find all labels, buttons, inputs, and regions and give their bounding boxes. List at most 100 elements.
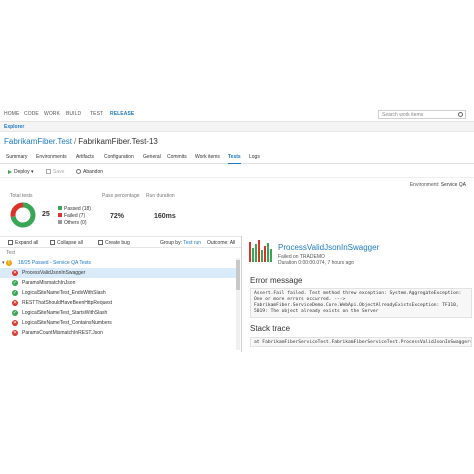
- history-bar[interactable]: [264, 246, 266, 262]
- breadcrumb: FabrikamFiber.Test / FabrikamFiber.Test-13: [4, 137, 158, 146]
- passed-icon: ✓: [12, 310, 18, 316]
- history-bar[interactable]: [258, 240, 260, 262]
- test-row[interactable]: ✓ LogicalSiteNameTest_StartsWithSlash: [0, 308, 240, 318]
- explorer-tab[interactable]: Explorer: [4, 124, 24, 130]
- passed-icon: ✓: [12, 290, 18, 296]
- tab-tests[interactable]: Tests: [228, 154, 241, 164]
- history-bar[interactable]: [252, 248, 254, 262]
- tab-artifacts[interactable]: Artifacts: [76, 154, 94, 160]
- test-row[interactable]: ✓ ParamsMismatchInJson: [0, 278, 240, 288]
- failed-icon: ✕: [12, 320, 18, 326]
- history-bar[interactable]: [255, 244, 257, 262]
- test-row[interactable]: ✕ ParamsCountMismatchInREST.Json: [0, 328, 240, 338]
- nav-release[interactable]: RELEASE: [110, 111, 134, 117]
- tab-summary[interactable]: Summary: [6, 154, 27, 160]
- tab-work-items[interactable]: Work items: [195, 154, 220, 160]
- save-button[interactable]: Save: [46, 169, 64, 175]
- nav-code[interactable]: CODE: [24, 111, 39, 117]
- test-row[interactable]: ✕ ProcessValidJsonInSwagger: [0, 268, 240, 278]
- top-navigation: HOME CODE WORK BUILD TEST RELEASE Search…: [0, 108, 474, 122]
- abandon-label: Abandon: [83, 169, 104, 175]
- tab-configuration[interactable]: Configuration: [104, 154, 134, 160]
- failed-icon: ✕: [12, 330, 18, 336]
- test-row[interactable]: ✕ RESTThatShouldHaveBeenHttpRequest: [0, 298, 240, 308]
- nav-build[interactable]: BUILD: [66, 111, 81, 117]
- detail-subtitle: Failed on TRADEMO Duration 0:00:00.074, …: [278, 254, 354, 266]
- abandon-icon: [76, 169, 81, 174]
- expand-all-button[interactable]: Expand all: [8, 240, 38, 246]
- test-list-scrollbar[interactable]: [236, 258, 240, 350]
- breadcrumb-separator: /: [74, 137, 77, 146]
- detail-title: ProcessValidJsonInSwagger: [278, 243, 380, 252]
- bug-icon: [98, 240, 103, 245]
- error-message-heading: Error message: [250, 276, 303, 285]
- expand-icon: [8, 240, 13, 245]
- test-row[interactable]: ✕ LogicalSiteNameTest_ContainsNumbers: [0, 318, 240, 328]
- legend-passed-label: Passed (18): [64, 206, 91, 212]
- tab-environments[interactable]: Environments: [36, 154, 67, 160]
- tab-logs[interactable]: Logs: [249, 154, 260, 160]
- collapse-icon: [50, 240, 55, 245]
- outcome-donut-chart: [10, 202, 36, 228]
- test-column-header[interactable]: Test: [6, 250, 15, 256]
- error-message-box: Assert.Fail failed. Test method threw ex…: [250, 288, 472, 318]
- deploy-label: Deploy: [14, 169, 30, 175]
- stack-trace-box: at FabrikamFiberServiceTest.FabrikamFibe…: [250, 337, 472, 347]
- stack-trace-heading: Stack trace: [250, 324, 291, 333]
- expand-all-label: Expand all: [15, 240, 39, 246]
- test-detail-pane: ProcessValidJsonInSwagger Failed on TRAD…: [242, 236, 474, 352]
- nav-test[interactable]: TEST: [90, 111, 103, 117]
- test-group-row[interactable]: ▾! 18/25 Passed - Service QA Tests: [0, 258, 240, 268]
- passed-icon: ✓: [12, 280, 18, 286]
- pass-percentage-value: 72%: [110, 213, 125, 220]
- test-name: RESTThatShouldHaveBeenHttpRequest: [22, 300, 113, 306]
- test-name: 18/25 Passed - Service QA Tests: [18, 260, 92, 266]
- group-by-value: Test run: [183, 240, 202, 246]
- warning-icon: !: [6, 260, 12, 266]
- abandon-button[interactable]: Abandon: [76, 169, 103, 175]
- nav-home[interactable]: HOME: [4, 111, 19, 117]
- failed-icon: ✕: [12, 270, 18, 276]
- collapse-all-button[interactable]: Collapse all: [50, 240, 83, 246]
- run-duration-label: Run duration: [146, 193, 175, 199]
- page-title: FabrikamFiber.Test-13: [78, 137, 158, 146]
- history-bar[interactable]: [261, 250, 263, 262]
- save-label: Save: [53, 169, 65, 175]
- history-bar[interactable]: [249, 242, 251, 262]
- search-box[interactable]: Search work items: [378, 110, 466, 119]
- tab-general[interactable]: General: [143, 154, 161, 160]
- scrollbar-thumb[interactable]: [236, 260, 240, 290]
- outcome-filter[interactable]: Outcome: All: [207, 240, 235, 246]
- history-bar[interactable]: [270, 249, 272, 262]
- app-frame: HOME CODE WORK BUILD TEST RELEASE Search…: [0, 108, 474, 352]
- test-name: LogicalSiteNameTest_StartsWithSlash: [22, 310, 108, 316]
- deploy-button[interactable]: Deploy ▾: [8, 169, 33, 175]
- sub-navigation: Explorer: [0, 122, 474, 132]
- deploy-icon: [8, 170, 12, 174]
- test-name: ParamsMismatchInJson: [22, 280, 76, 286]
- legend-failed: Failed (7): [58, 213, 91, 220]
- tab-commits[interactable]: Commits: [167, 154, 187, 160]
- search-icon[interactable]: [458, 112, 463, 117]
- release-toolbar: Deploy ▾ Save Abandon: [0, 166, 474, 178]
- duration-text: Duration 0:00:00.074, 7 hours ago: [278, 260, 354, 266]
- legend-failed-label: Failed (7): [64, 213, 86, 219]
- group-by-selector[interactable]: Group by: Test run: [160, 240, 201, 246]
- search-placeholder: Search work items: [382, 112, 424, 118]
- failed-icon: ✕: [12, 300, 18, 306]
- breadcrumb-parent[interactable]: FabrikamFiber.Test: [4, 137, 72, 146]
- legend-swatch-others: [58, 220, 62, 224]
- environment-value: Service QA: [440, 182, 466, 188]
- history-bar[interactable]: [267, 243, 269, 262]
- chevron-down-icon[interactable]: ▾: [2, 260, 5, 266]
- create-bug-button[interactable]: Create bug: [98, 240, 130, 246]
- release-tabs: Summary Environments Artifacts Configura…: [0, 152, 474, 164]
- run-duration-value: 160ms: [154, 213, 176, 220]
- legend-others: Others (0): [58, 220, 91, 227]
- save-icon: [46, 169, 51, 174]
- nav-work[interactable]: WORK: [44, 111, 60, 117]
- group-by-label: Group by:: [160, 240, 182, 246]
- test-list-toolbar: Expand all Collapse all Create bug Group…: [0, 236, 241, 248]
- outcome-legend: Passed (18) Failed (7) Others (0): [58, 206, 91, 227]
- test-row[interactable]: ✓ LogicalSiteNameTest_EndsWithSlash: [0, 288, 240, 298]
